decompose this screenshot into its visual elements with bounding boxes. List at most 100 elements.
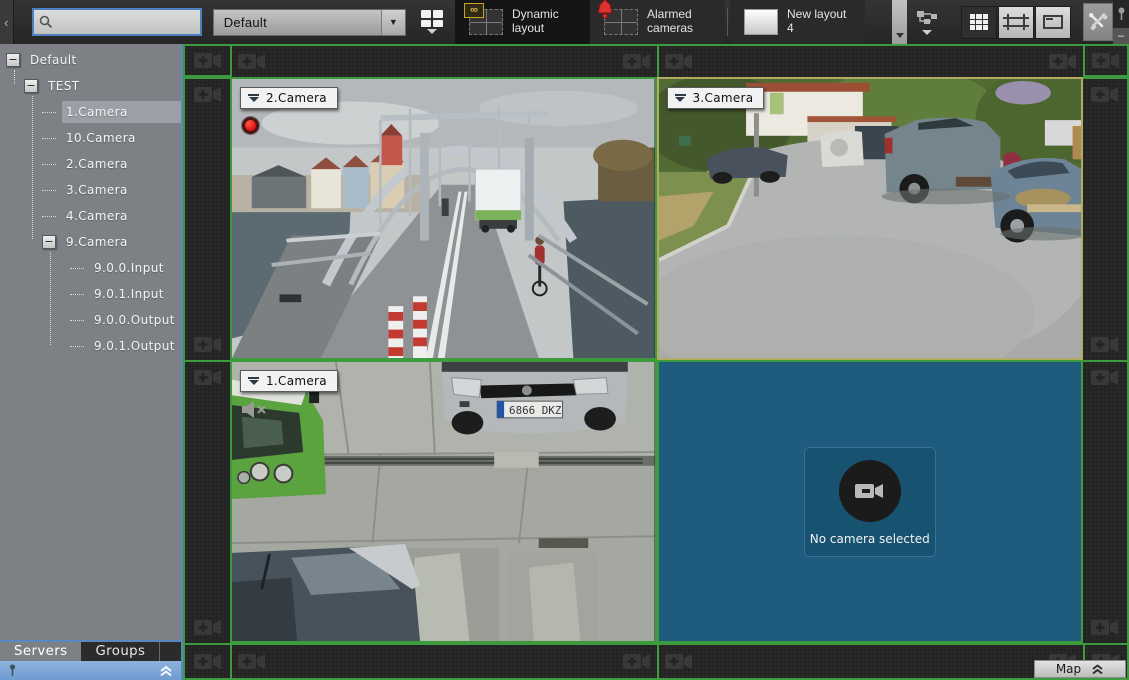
- tabs-scroll-down-button[interactable]: [892, 0, 907, 44]
- tree-item-label: 10.Camera: [62, 127, 181, 149]
- tree-expander-icon[interactable]: −: [24, 79, 38, 93]
- tree-connector: [42, 216, 56, 217]
- layout-tab-dynamic-layout[interactable]: ∞Dynamic layout: [455, 0, 590, 44]
- camera-tile-3[interactable]: 3.Camera: [657, 77, 1084, 360]
- chevron-double-up-icon: [159, 665, 173, 677]
- sidebar-tab-groups[interactable]: Groups: [81, 642, 160, 661]
- chevron-double-up-icon: [1091, 664, 1104, 675]
- layout-tab-new-layout-4[interactable]: New layout 4: [730, 0, 865, 44]
- add-camera-dropzone[interactable]: [230, 46, 657, 77]
- tree-item-9-0-1-input[interactable]: 9.0.1.Input: [0, 281, 181, 307]
- camera-title-chip[interactable]: 1.Camera: [240, 370, 338, 392]
- add-camera-icon: [193, 367, 223, 388]
- tree-item-10-camera[interactable]: 10.Camera: [0, 125, 181, 151]
- add-camera-icon: [1048, 51, 1078, 72]
- grid-2x2-icon: [421, 10, 443, 27]
- tree-item-9-camera[interactable]: −9.Camera: [0, 229, 181, 255]
- tree-item-label: 4.Camera: [62, 205, 181, 227]
- tree-item-test[interactable]: −TEST: [0, 73, 181, 99]
- map-button[interactable]: Map: [1034, 660, 1126, 678]
- tree-guide: [50, 252, 51, 345]
- layout-tab-label: New layout 4: [787, 8, 851, 36]
- add-camera-dropzone[interactable]: [185, 46, 230, 77]
- add-camera-dropzone[interactable]: [185, 643, 230, 678]
- tree-item-9-0-0-output[interactable]: 9.0.0.Output: [0, 307, 181, 333]
- layout-tab-alarmed-cameras[interactable]: Alarmed cameras: [590, 0, 725, 44]
- layouts-menu-button[interactable]: [416, 2, 449, 42]
- tree-item-label: 9.0.1.Input: [90, 283, 181, 305]
- add-camera-dropzone[interactable]: [185, 360, 230, 643]
- tree-expander-icon[interactable]: −: [42, 235, 56, 249]
- camera-tile-2[interactable]: 2.Camera: [230, 77, 657, 360]
- sidebar: −Default−TEST1.Camera10.Camera2.Camera3.…: [0, 44, 183, 680]
- single-view-button[interactable]: [1035, 6, 1071, 39]
- tree-item-4-camera[interactable]: 4.Camera: [0, 203, 181, 229]
- sidebar-collapse-bar[interactable]: [0, 661, 181, 680]
- add-camera-dropzone[interactable]: [657, 46, 1084, 77]
- chip-menu-icon: [248, 377, 259, 385]
- empty-camera-tile[interactable]: No camera selected: [657, 360, 1084, 643]
- recording-indicator: [242, 117, 259, 134]
- add-camera-dropzone[interactable]: [1083, 360, 1127, 643]
- tree-item-3-camera[interactable]: 3.Camera: [0, 177, 181, 203]
- tree-connector: [42, 112, 56, 113]
- tree-item-1-camera[interactable]: 1.Camera: [0, 99, 181, 125]
- grid-3x3-view-button[interactable]: [961, 6, 997, 39]
- camera-title: 2.Camera: [266, 91, 327, 105]
- tree-item-default[interactable]: −Default: [0, 47, 181, 73]
- search-input[interactable]: [54, 15, 196, 30]
- muted-audio-icon: [241, 400, 269, 419]
- tree-item-label: 9.0.0.Input: [90, 257, 181, 279]
- add-camera-icon: [237, 651, 267, 672]
- grid-2x2-view-button[interactable]: [998, 6, 1034, 39]
- camera-grid: 2.Camera: [183, 44, 1129, 680]
- tree-connector: [42, 138, 56, 139]
- settings-tools-button[interactable]: [1083, 3, 1113, 41]
- tree-expander-icon[interactable]: −: [6, 53, 20, 67]
- camera-icon: [855, 481, 885, 501]
- add-camera-icon: [664, 651, 694, 672]
- camera-feed-street-scene: 6866 DKZ: [232, 362, 655, 641]
- sidebar-tab-servers[interactable]: Servers: [0, 642, 81, 661]
- grid-hash-icon: [1007, 14, 1025, 30]
- tree-item-label: 2.Camera: [62, 153, 181, 175]
- dynamic-layout-icon: ∞: [469, 9, 503, 35]
- collapse-panel-button[interactable]: ‹: [0, 0, 14, 44]
- tree-item-label: TEST: [44, 75, 181, 97]
- chevron-down-icon: [427, 29, 437, 34]
- chip-menu-icon: [248, 94, 259, 102]
- tree-connector: [70, 294, 84, 295]
- add-camera-icon: [1090, 367, 1120, 388]
- tree-guide: [32, 96, 33, 239]
- tab-separator: [727, 8, 728, 36]
- layout-tabs: ∞Dynamic layoutAlarmed cameras New layout…: [455, 0, 892, 44]
- no-camera-panel: No camera selected: [804, 447, 936, 557]
- minimize-button[interactable]: –: [1113, 28, 1129, 44]
- tree-guide: [14, 70, 15, 84]
- add-camera-dropzone[interactable]: [1083, 77, 1127, 360]
- camera-feed-bridge-scene: [232, 79, 655, 358]
- tree-item-9-0-1-output[interactable]: 9.0.1.Output: [0, 333, 181, 359]
- search-box[interactable]: [32, 8, 202, 36]
- camera-title-chip[interactable]: 3.Camera: [667, 87, 765, 109]
- no-camera-message: No camera selected: [810, 532, 930, 546]
- tree-connector: [70, 346, 84, 347]
- camera-tile-1[interactable]: 6866 DKZ 1.Camera: [230, 360, 657, 643]
- tree-item-2-camera[interactable]: 2.Camera: [0, 151, 181, 177]
- add-camera-dropzone[interactable]: [185, 77, 230, 360]
- tree-item-9-0-0-input[interactable]: 9.0.0.Input: [0, 255, 181, 281]
- add-camera-dropzone[interactable]: [657, 643, 1084, 678]
- add-camera-dropzone[interactable]: [230, 643, 657, 678]
- pin-icon[interactable]: [1113, 0, 1129, 28]
- alarmed-cameras-icon: [604, 9, 638, 35]
- camera-title-chip[interactable]: 2.Camera: [240, 87, 338, 109]
- layout-group-select[interactable]: Default ▼: [213, 9, 406, 36]
- add-camera-dropzone[interactable]: [1083, 46, 1127, 77]
- layout-structure-button[interactable]: [907, 0, 947, 44]
- add-camera-icon: [1090, 617, 1120, 638]
- chevron-down-icon: [922, 30, 932, 35]
- add-camera-icon: [193, 651, 223, 672]
- add-camera-icon: [237, 51, 267, 72]
- toolbar: ‹ Default ▼ ∞Dynamic layoutAlarmed camer…: [0, 0, 1129, 44]
- tree-item-label: 3.Camera: [62, 179, 181, 201]
